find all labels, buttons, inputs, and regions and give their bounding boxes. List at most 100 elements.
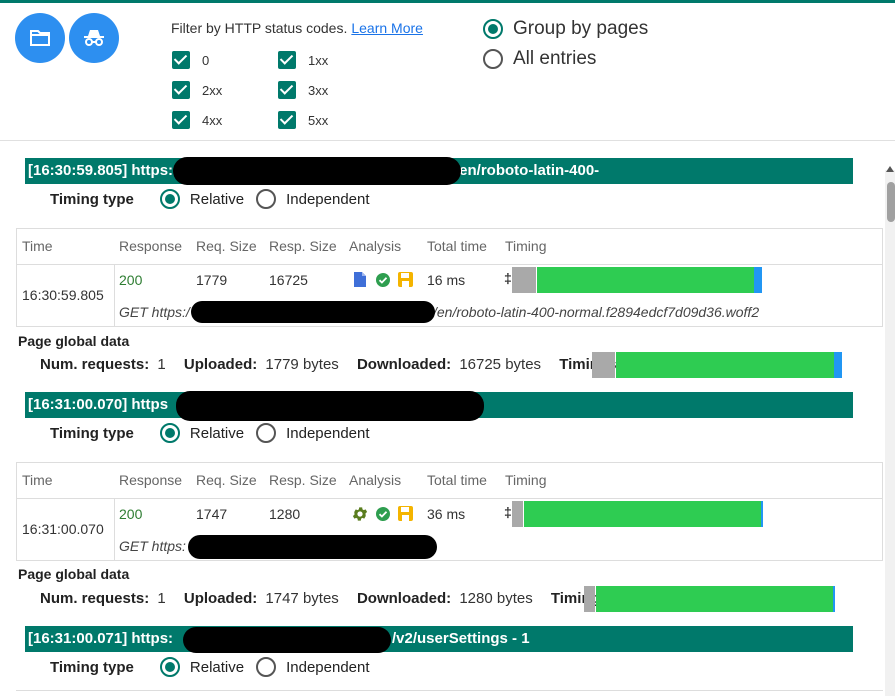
page-global-data-title: Page global data <box>18 566 130 582</box>
checkbox-label: 5xx <box>308 112 329 128</box>
page-timing-bar[interactable] <box>592 352 843 378</box>
timing-wait-segment <box>537 267 754 293</box>
downloaded-value: 1280 bytes <box>459 590 533 607</box>
entry-resp-size: 16725 <box>269 272 308 288</box>
get-url-prefix: GET https: <box>119 538 186 554</box>
checkbox-checked-icon[interactable] <box>278 111 296 129</box>
radio-label: All entries <box>513 48 597 69</box>
banner-url-suffix: /en/roboto-latin-400- <box>455 162 600 179</box>
independent-radio[interactable]: Independent <box>256 657 370 677</box>
column-header-resp-size[interactable]: Resp. Size <box>269 238 337 254</box>
gear-icon[interactable] <box>351 505 369 523</box>
check-circle-icon[interactable] <box>376 273 390 287</box>
downloaded-value: 16725 bytes <box>459 356 542 373</box>
num-requests-value: 1 <box>157 356 166 373</box>
scrollbar-thumb[interactable] <box>887 182 895 222</box>
checkbox-label: 3xx <box>308 82 329 98</box>
radio-selected-icon[interactable] <box>483 19 503 39</box>
redaction-mark <box>173 157 461 185</box>
get-url-prefix: GET https:/ <box>119 304 190 320</box>
checkbox-checked-icon[interactable] <box>172 111 190 129</box>
page-global-data-title: Page global data <box>18 333 130 349</box>
file-icon[interactable] <box>354 272 366 287</box>
radio-selected-icon[interactable] <box>159 657 180 677</box>
banner-url-suffix: /v2/userSettings - 1 <box>392 630 530 647</box>
entry-resp-size: 1280 <box>269 506 301 522</box>
redaction-mark <box>191 301 435 323</box>
relative-radio[interactable]: Relative <box>159 657 244 677</box>
banner-timestamp-url: [16:30:59.805] https: <box>28 162 174 179</box>
page-timing-bar[interactable] <box>584 586 835 612</box>
open-folder-button[interactable] <box>15 13 65 63</box>
entry-get-url: GET https: <box>119 538 186 554</box>
column-divider <box>114 498 115 561</box>
timing-blocked-segment <box>512 267 536 293</box>
column-header-response[interactable]: Response <box>119 472 182 488</box>
radio-unselected-icon[interactable] <box>256 657 277 677</box>
uploaded-label: Uploaded: <box>183 590 258 607</box>
independent-radio[interactable]: Independent <box>256 189 370 209</box>
page-banner[interactable]: [16:31:00.071] https: /v2/userSettings -… <box>25 626 853 652</box>
filter-checkbox-5xx[interactable]: 5xx <box>278 111 328 129</box>
radio-label: Independent <box>286 190 370 208</box>
filter-checkbox-0[interactable]: 0 <box>172 51 209 69</box>
timing-receive-segment <box>761 501 763 527</box>
column-divider <box>114 264 115 327</box>
entry-total-time: 16 ms <box>427 272 466 288</box>
timing-receive-segment <box>834 352 842 378</box>
scroll-up-arrow-icon[interactable] <box>886 166 894 172</box>
timing-type-label: Timing type <box>50 424 134 442</box>
radio-selected-icon[interactable] <box>159 423 180 443</box>
num-requests-label: Num. requests: <box>40 590 150 607</box>
check-circle-icon[interactable] <box>376 507 390 521</box>
entry-timing-bar[interactable] <box>512 501 763 527</box>
column-header-req-size[interactable]: Req. Size <box>196 472 257 488</box>
column-header-timing[interactable]: Timing <box>505 238 547 254</box>
column-header-analysis[interactable]: Analysis <box>349 472 401 488</box>
learn-more-link[interactable]: Learn More <box>351 20 423 36</box>
timing-type-row: Timing type Relative Independent <box>50 423 382 443</box>
all-entries-radio[interactable]: All entries <box>483 48 596 70</box>
save-icon[interactable] <box>398 272 413 287</box>
column-header-resp-size[interactable]: Resp. Size <box>269 472 337 488</box>
incognito-button[interactable] <box>69 13 119 63</box>
timing-marker-icon: ‡ <box>504 270 512 286</box>
checkbox-checked-icon[interactable] <box>172 51 190 69</box>
relative-radio[interactable]: Relative <box>159 189 244 209</box>
column-header-response[interactable]: Response <box>119 238 182 254</box>
timing-type-row: Timing type Relative Independent <box>50 189 382 209</box>
radio-unselected-icon[interactable] <box>256 423 277 443</box>
column-header-req-size[interactable]: Req. Size <box>196 238 257 254</box>
table-header: Time Response Req. Size Resp. Size Analy… <box>17 463 882 499</box>
filter-checkbox-3xx[interactable]: 3xx <box>278 81 328 99</box>
independent-radio[interactable]: Independent <box>256 423 370 443</box>
entry-timing-bar[interactable] <box>512 267 763 293</box>
checkbox-label: 1xx <box>308 52 329 68</box>
checkbox-checked-icon[interactable] <box>278 51 296 69</box>
timing-wait-segment <box>596 586 833 612</box>
column-header-total-time[interactable]: Total time <box>427 238 487 254</box>
column-header-time[interactable]: Time <box>22 238 53 254</box>
redaction-mark <box>188 535 437 559</box>
column-header-total-time[interactable]: Total time <box>427 472 487 488</box>
column-header-time[interactable]: Time <box>22 472 53 488</box>
column-header-analysis[interactable]: Analysis <box>349 238 401 254</box>
radio-unselected-icon[interactable] <box>256 189 277 209</box>
group-by-pages-radio[interactable]: Group by pages <box>483 18 648 40</box>
radio-unselected-icon[interactable] <box>483 49 503 69</box>
banner-timestamp-url: [16:31:00.071] https: <box>28 630 174 647</box>
filter-checkbox-1xx[interactable]: 1xx <box>278 51 328 69</box>
filter-checkbox-2xx[interactable]: 2xx <box>172 81 222 99</box>
page-global-data-row: Num. requests: 1 Uploaded: 1779 bytes Do… <box>40 356 638 373</box>
save-icon[interactable] <box>398 506 413 521</box>
filter-checkbox-4xx[interactable]: 4xx <box>172 111 222 129</box>
checkbox-checked-icon[interactable] <box>172 81 190 99</box>
entries-table: Time Response Req. Size Resp. Size Analy… <box>16 462 883 561</box>
relative-radio[interactable]: Relative <box>159 423 244 443</box>
entry-time: 16:31:00.070 <box>22 521 104 537</box>
top-accent-line <box>0 0 895 3</box>
checkbox-checked-icon[interactable] <box>278 81 296 99</box>
radio-selected-icon[interactable] <box>159 189 180 209</box>
column-header-timing[interactable]: Timing <box>505 472 547 488</box>
scrollbar-track[interactable] <box>885 170 895 696</box>
